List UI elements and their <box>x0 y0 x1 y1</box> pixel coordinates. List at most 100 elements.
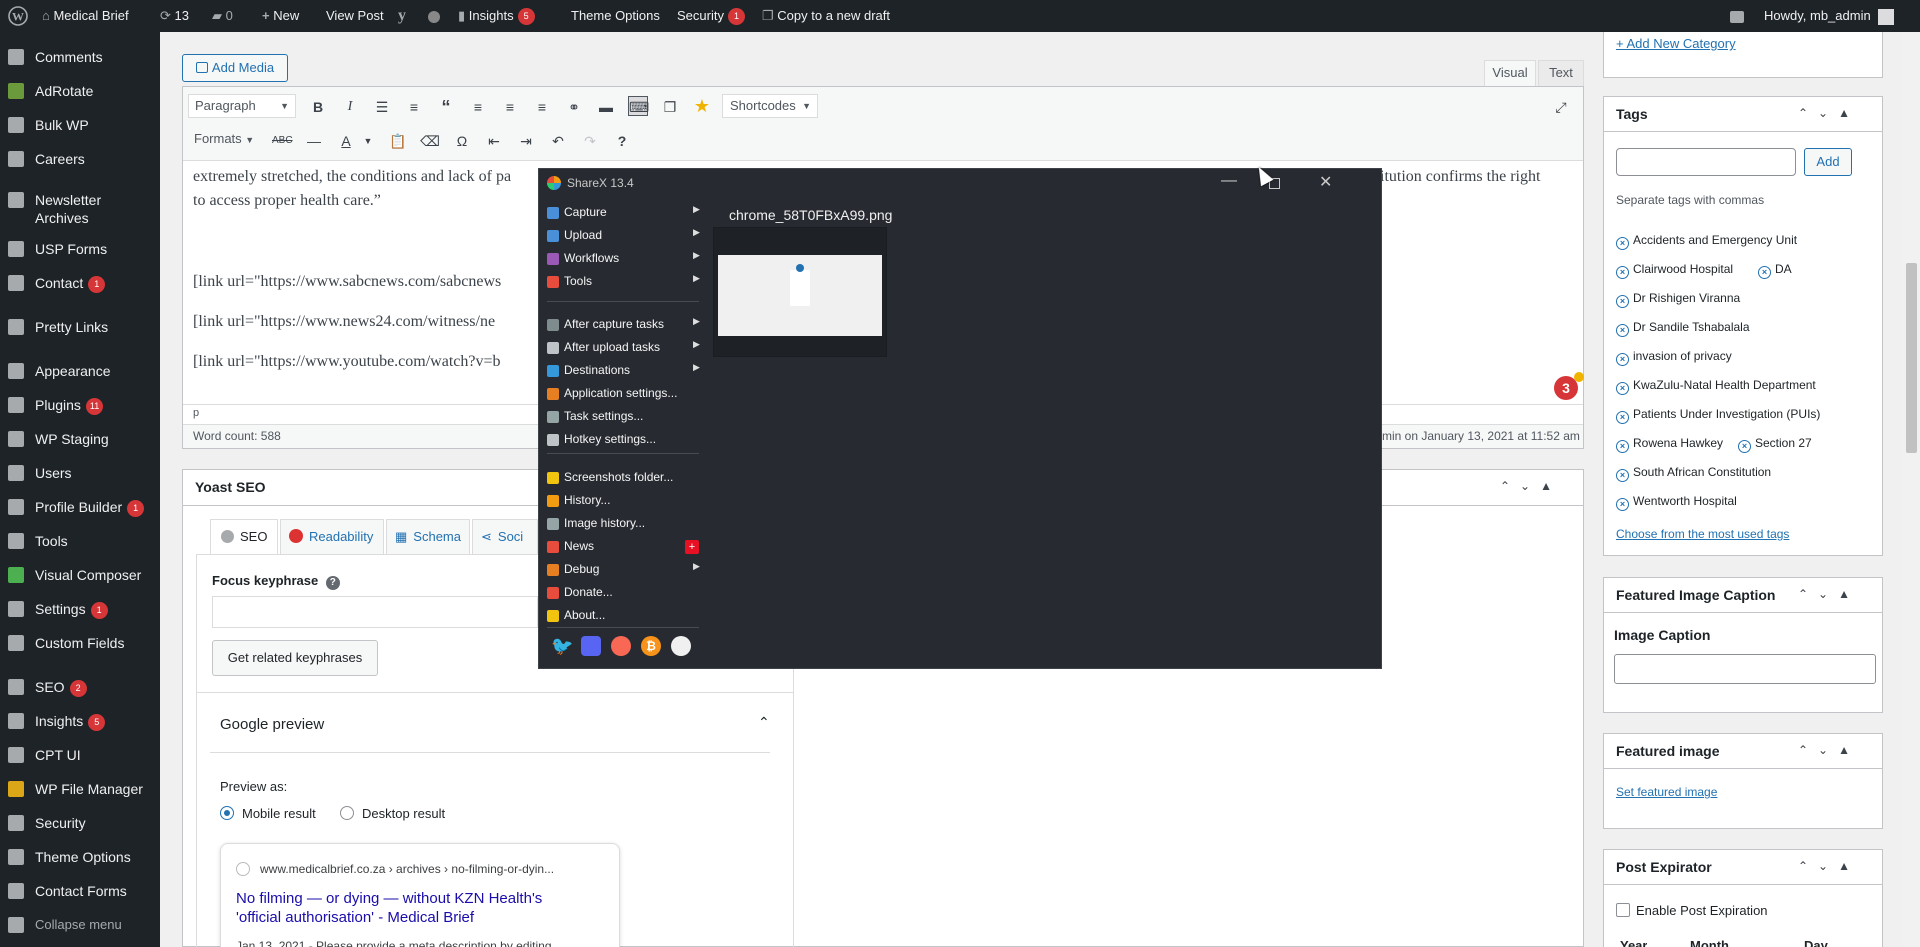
sidebar-item-collapse-menu[interactable]: Collapse menu <box>0 908 160 942</box>
sharex-menu-tools[interactable]: Tools ▶ <box>547 271 707 293</box>
sidebar-item-wp-staging[interactable]: WP Staging <box>0 422 160 456</box>
blockquote-icon[interactable]: “ <box>436 97 456 117</box>
yoast-tab-seo[interactable]: SEO <box>210 519 278 555</box>
add-media-button[interactable]: Add Media <box>182 54 288 82</box>
yoast-panel-controls[interactable]: ⌃ ⌄ ▲ <box>1500 479 1552 493</box>
sidebar-item-security[interactable]: Security <box>0 806 160 840</box>
sidebar-item-usp-forms[interactable]: USP Forms <box>0 232 160 266</box>
updates-link[interactable]: ⟳ 13 <box>160 0 189 32</box>
help-icon[interactable]: ? <box>325 576 340 590</box>
discord-icon[interactable] <box>581 636 601 656</box>
sharex-menu-screenshots-folder[interactable]: Screenshots folder... <box>547 467 707 489</box>
read-more-icon[interactable]: ▬ <box>596 97 616 117</box>
remove-tag-icon[interactable]: × <box>1616 237 1629 250</box>
desktop-result-radio[interactable]: Desktop result <box>340 806 445 821</box>
sidebar-item-insights[interactable]: Insights 5 <box>0 704 160 738</box>
featured-image-panel-controls[interactable]: ⌃ ⌄ ▲ <box>1798 743 1850 757</box>
remove-tag-icon[interactable]: × <box>1616 266 1629 279</box>
link-icon[interactable]: ⚭ <box>564 97 584 117</box>
sidebar-item-users[interactable]: Users <box>0 456 160 490</box>
tags-panel-controls[interactable]: ⌃ ⌄ ▲ <box>1798 106 1850 120</box>
security-link[interactable]: Security 1 <box>677 0 745 32</box>
scrollbar[interactable] <box>1903 32 1920 947</box>
toolbar-toggle-icon[interactable]: ⌨ <box>628 96 649 116</box>
sidebar-item-seo[interactable]: SEO 2 <box>0 670 160 704</box>
paragraph-select[interactable]: Paragraph ▼ <box>188 94 296 118</box>
wordpress-logo-icon[interactable]: W <box>8 0 28 32</box>
sharex-menu-after-upload-tasks[interactable]: After upload tasks ▶ <box>547 337 707 359</box>
set-featured-image-link[interactable]: Set featured image <box>1616 785 1717 799</box>
sharex-menu-upload[interactable]: Upload ▶ <box>547 225 707 247</box>
yoast-tab-social[interactable]: ⋖ Soci <box>472 519 538 555</box>
close-icon[interactable]: ✕ <box>1319 172 1332 192</box>
shortcode-icon[interactable]: ❐ <box>660 97 680 117</box>
yoast-icon[interactable]: y <box>398 0 406 32</box>
chevron-up-icon[interactable]: ⌃ <box>758 714 770 731</box>
mobile-result-radio[interactable]: Mobile result <box>220 806 316 821</box>
add-tag-button[interactable]: Add <box>1804 148 1852 176</box>
sidebar-item-visual-composer[interactable]: Visual Composer <box>0 558 160 592</box>
sidebar-item-contact-forms[interactable]: Contact Forms <box>0 874 160 908</box>
sidebar-item-wp-file-manager[interactable]: WP File Manager <box>0 772 160 806</box>
yoast-tab-schema[interactable]: ▦ Schema <box>386 519 470 555</box>
image-caption-input[interactable] <box>1614 654 1876 684</box>
sidebar-item-profile-builder[interactable]: Profile Builder 1 <box>0 490 160 524</box>
minimize-icon[interactable]: — <box>1221 172 1237 190</box>
sidebar-item-plugins[interactable]: Plugins 11 <box>0 388 160 422</box>
redo-icon[interactable]: ↷ <box>580 131 600 151</box>
sharex-menu-application-settings[interactable]: Application settings... <box>547 383 707 405</box>
sharex-menu-destinations[interactable]: Destinations ▶ <box>547 360 707 382</box>
bullet-list-icon[interactable]: ☰ <box>372 97 392 117</box>
caption-panel-controls[interactable]: ⌃ ⌄ ▲ <box>1798 587 1850 601</box>
remove-tag-icon[interactable]: × <box>1616 295 1629 308</box>
copy-draft-link[interactable]: ❐ Copy to a new draft <box>762 0 890 32</box>
snippet-title[interactable]: No filming — or dying — without KZN Heal… <box>236 889 576 927</box>
remove-tag-icon[interactable]: × <box>1616 469 1629 482</box>
align-center-icon[interactable]: ≡ <box>500 97 520 117</box>
visual-tab[interactable]: Visual <box>1484 60 1536 86</box>
chevron-down-icon[interactable]: ▼ <box>358 131 378 151</box>
sharex-menu-about[interactable]: About... <box>547 605 707 627</box>
sharex-menu-history[interactable]: History... <box>547 490 707 512</box>
star-icon[interactable]: ★ <box>692 96 712 116</box>
italic-icon[interactable]: I <box>340 97 360 117</box>
sidebar-item-custom-fields[interactable]: Custom Fields <box>0 626 160 660</box>
clear-format-icon[interactable]: ⌫ <box>420 131 440 151</box>
sharex-menu-image-history[interactable]: Image history... <box>547 513 707 535</box>
sharex-menu-task-settings[interactable]: Task settings... <box>547 406 707 428</box>
sidebar-item-theme-options[interactable]: Theme Options <box>0 840 160 874</box>
sidebar-item-settings[interactable]: Settings 1 <box>0 592 160 626</box>
most-used-tags-link[interactable]: Choose from the most used tags <box>1616 527 1789 541</box>
sidebar-item-careers[interactable]: Careers <box>0 142 160 176</box>
formats-menu[interactable]: Formats ▼ <box>194 131 254 146</box>
editor-link-3[interactable]: [link url="https://www.youtube.com/watch… <box>193 353 501 371</box>
bitcoin-icon[interactable]: ₿ <box>641 636 661 656</box>
tag-input[interactable] <box>1616 148 1796 176</box>
remove-tag-icon[interactable]: × <box>1616 353 1629 366</box>
sharex-menu-capture[interactable]: Capture ▶ <box>547 202 707 224</box>
sidebar-item-bulk-wp[interactable]: Bulk WP <box>0 108 160 142</box>
align-left-icon[interactable]: ≡ <box>468 97 488 117</box>
sidebar-item-contact[interactable]: Contact 1 <box>0 266 160 300</box>
strikethrough-icon[interactable]: ABC <box>272 131 293 151</box>
insights-link[interactable]: ▮ Insights 5 <box>458 0 535 32</box>
sharex-menu-debug[interactable]: Debug ▶ <box>547 559 707 581</box>
remove-tag-icon[interactable]: × <box>1616 440 1629 453</box>
scrollbar-thumb[interactable] <box>1906 263 1917 453</box>
editor-link-2[interactable]: [link url="https://www.news24.com/witnes… <box>193 313 495 331</box>
paste-text-icon[interactable]: 📋 <box>388 131 408 151</box>
remove-tag-icon[interactable]: × <box>1616 382 1629 395</box>
sharex-menu-after-capture-tasks[interactable]: After capture tasks ▶ <box>547 314 707 336</box>
numbered-list-icon[interactable]: ≡ <box>404 97 424 117</box>
new-content-link[interactable]: + New <box>262 0 299 32</box>
sharex-menu-news[interactable]: News + <box>547 536 707 558</box>
get-related-keyphrases-button[interactable]: Get related keyphrases <box>212 640 378 676</box>
align-right-icon[interactable]: ≡ <box>532 97 552 117</box>
editor-body-text-1[interactable]: extremely stretched, the conditions and … <box>193 168 511 186</box>
sharex-menu-hotkey-settings[interactable]: Hotkey settings... <box>547 429 707 451</box>
post-expirator-panel-controls[interactable]: ⌃ ⌄ ▲ <box>1798 859 1850 873</box>
account-menu[interactable]: Howdy, mb_admin <box>1764 0 1895 32</box>
file-thumbnail[interactable] <box>713 227 887 357</box>
editor-body-text-1-right[interactable]: itution confirms the right <box>1380 168 1540 186</box>
view-post-link[interactable]: View Post <box>326 0 384 32</box>
